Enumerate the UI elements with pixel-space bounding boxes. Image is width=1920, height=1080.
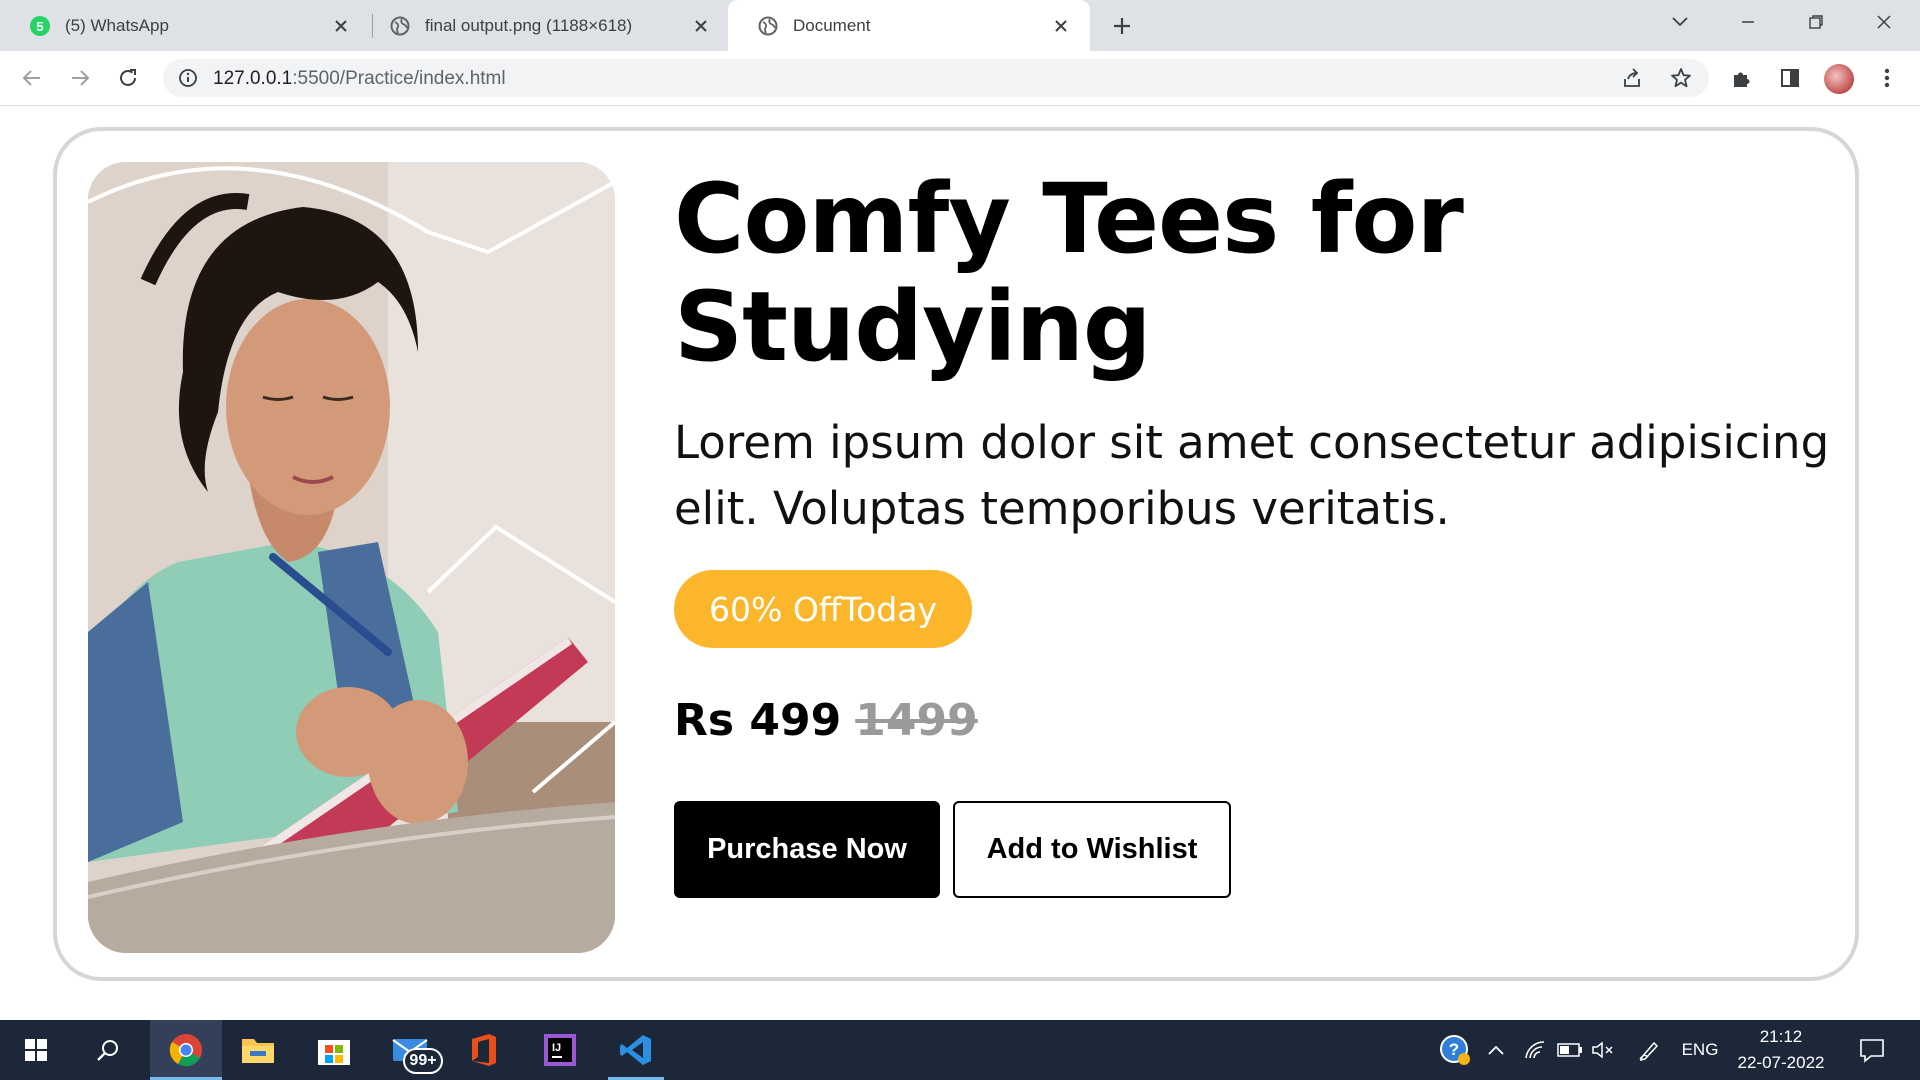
mail-unread-badge: 99+ [403, 1048, 443, 1074]
show-hidden-icons-chevron-icon[interactable] [1484, 1034, 1508, 1066]
whatsapp-icon: 5 [30, 15, 50, 36]
address-bar[interactable]: 127.0.0.1:5500/Practice/index.html [163, 59, 1709, 97]
url-text[interactable]: 127.0.0.1:5500/Practice/index.html [213, 68, 506, 90]
minimize-button[interactable] [1720, 0, 1776, 44]
battery-icon[interactable] [1556, 1034, 1584, 1066]
vscode-icon[interactable] [600, 1020, 672, 1080]
intellij-icon[interactable]: IJ [524, 1020, 596, 1080]
browser-toolbar: 127.0.0.1:5500/Practice/index.html [0, 51, 1920, 106]
side-panel-icon[interactable] [1776, 64, 1804, 92]
product-description: Lorem ipsum dolor sit amet consectetur a… [674, 416, 1830, 535]
profile-avatar[interactable] [1824, 64, 1854, 94]
product-title: Comfy Tees for Studying [674, 163, 1464, 383]
menu-kebab-icon[interactable] [1873, 64, 1901, 92]
discount-badge: 60% OffToday [674, 570, 972, 648]
price: Rs 499 1499 [674, 688, 978, 752]
tab-search-button[interactable] [1652, 0, 1708, 44]
add-to-wishlist-button[interactable]: Add to Wishlist [953, 801, 1231, 898]
wifi-icon[interactable] [1522, 1034, 1548, 1066]
price-original: 1499 [855, 694, 978, 746]
svg-text:?: ? [1449, 1040, 1459, 1059]
tab-title: Document [793, 15, 871, 35]
close-tab-icon[interactable] [328, 13, 354, 39]
bookmark-star-icon[interactable] [1670, 67, 1692, 89]
windows-taskbar: IJ [0, 1020, 1920, 1080]
volume-muted-icon[interactable] [1590, 1034, 1616, 1066]
url-host: 127.0.0.1 [213, 68, 293, 89]
file-explorer-icon[interactable] [222, 1020, 294, 1080]
forward-button[interactable] [66, 64, 94, 92]
site-info-icon[interactable] [178, 68, 198, 88]
svg-text:IJ: IJ [552, 1042, 561, 1054]
browser-tab-strip: 5 (5) WhatsApp final output.png (1188×61… [0, 0, 1920, 51]
share-icon[interactable] [1621, 67, 1643, 89]
pen-icon[interactable] [1636, 1034, 1662, 1066]
back-button[interactable] [18, 64, 46, 92]
product-photo [88, 162, 615, 953]
clock-time: 21:12 [1759, 1027, 1803, 1046]
price-current: Rs 499 [674, 694, 842, 746]
tab-document[interactable]: Document [728, 0, 1090, 51]
new-tab-button[interactable] [1108, 12, 1136, 40]
notifications-icon[interactable] [1855, 1034, 1889, 1066]
svg-text:5: 5 [36, 19, 43, 34]
system-clock[interactable]: 21:12 22-07-2022 [1733, 1024, 1829, 1076]
extensions-icon[interactable] [1728, 64, 1756, 92]
tab-title: final output.png (1188×618) [425, 15, 633, 35]
chrome-icon[interactable] [150, 1020, 222, 1080]
close-tab-icon[interactable] [688, 13, 714, 39]
clock-date: 22-07-2022 [1737, 1053, 1825, 1072]
globe-icon [390, 16, 410, 36]
reload-button[interactable] [114, 64, 142, 92]
search-icon[interactable] [72, 1020, 144, 1080]
start-button[interactable] [0, 1020, 72, 1080]
restore-button[interactable] [1788, 0, 1844, 44]
tab-whatsapp[interactable]: 5 (5) WhatsApp [0, 0, 370, 51]
globe-icon [758, 16, 778, 36]
url-path: :5500/Practice/index.html [292, 68, 506, 89]
microsoft-store-icon[interactable] [298, 1020, 370, 1080]
purchase-now-button[interactable]: Purchase Now [674, 801, 940, 898]
close-tab-icon[interactable] [1048, 13, 1074, 39]
office-icon[interactable] [448, 1020, 520, 1080]
tab-final-output[interactable]: final output.png (1188×618) [360, 0, 730, 51]
close-window-button[interactable] [1856, 0, 1912, 44]
help-icon[interactable]: ? [1438, 1034, 1472, 1066]
tab-title: (5) WhatsApp [65, 15, 169, 35]
language-indicator[interactable]: ENG [1680, 1034, 1720, 1066]
